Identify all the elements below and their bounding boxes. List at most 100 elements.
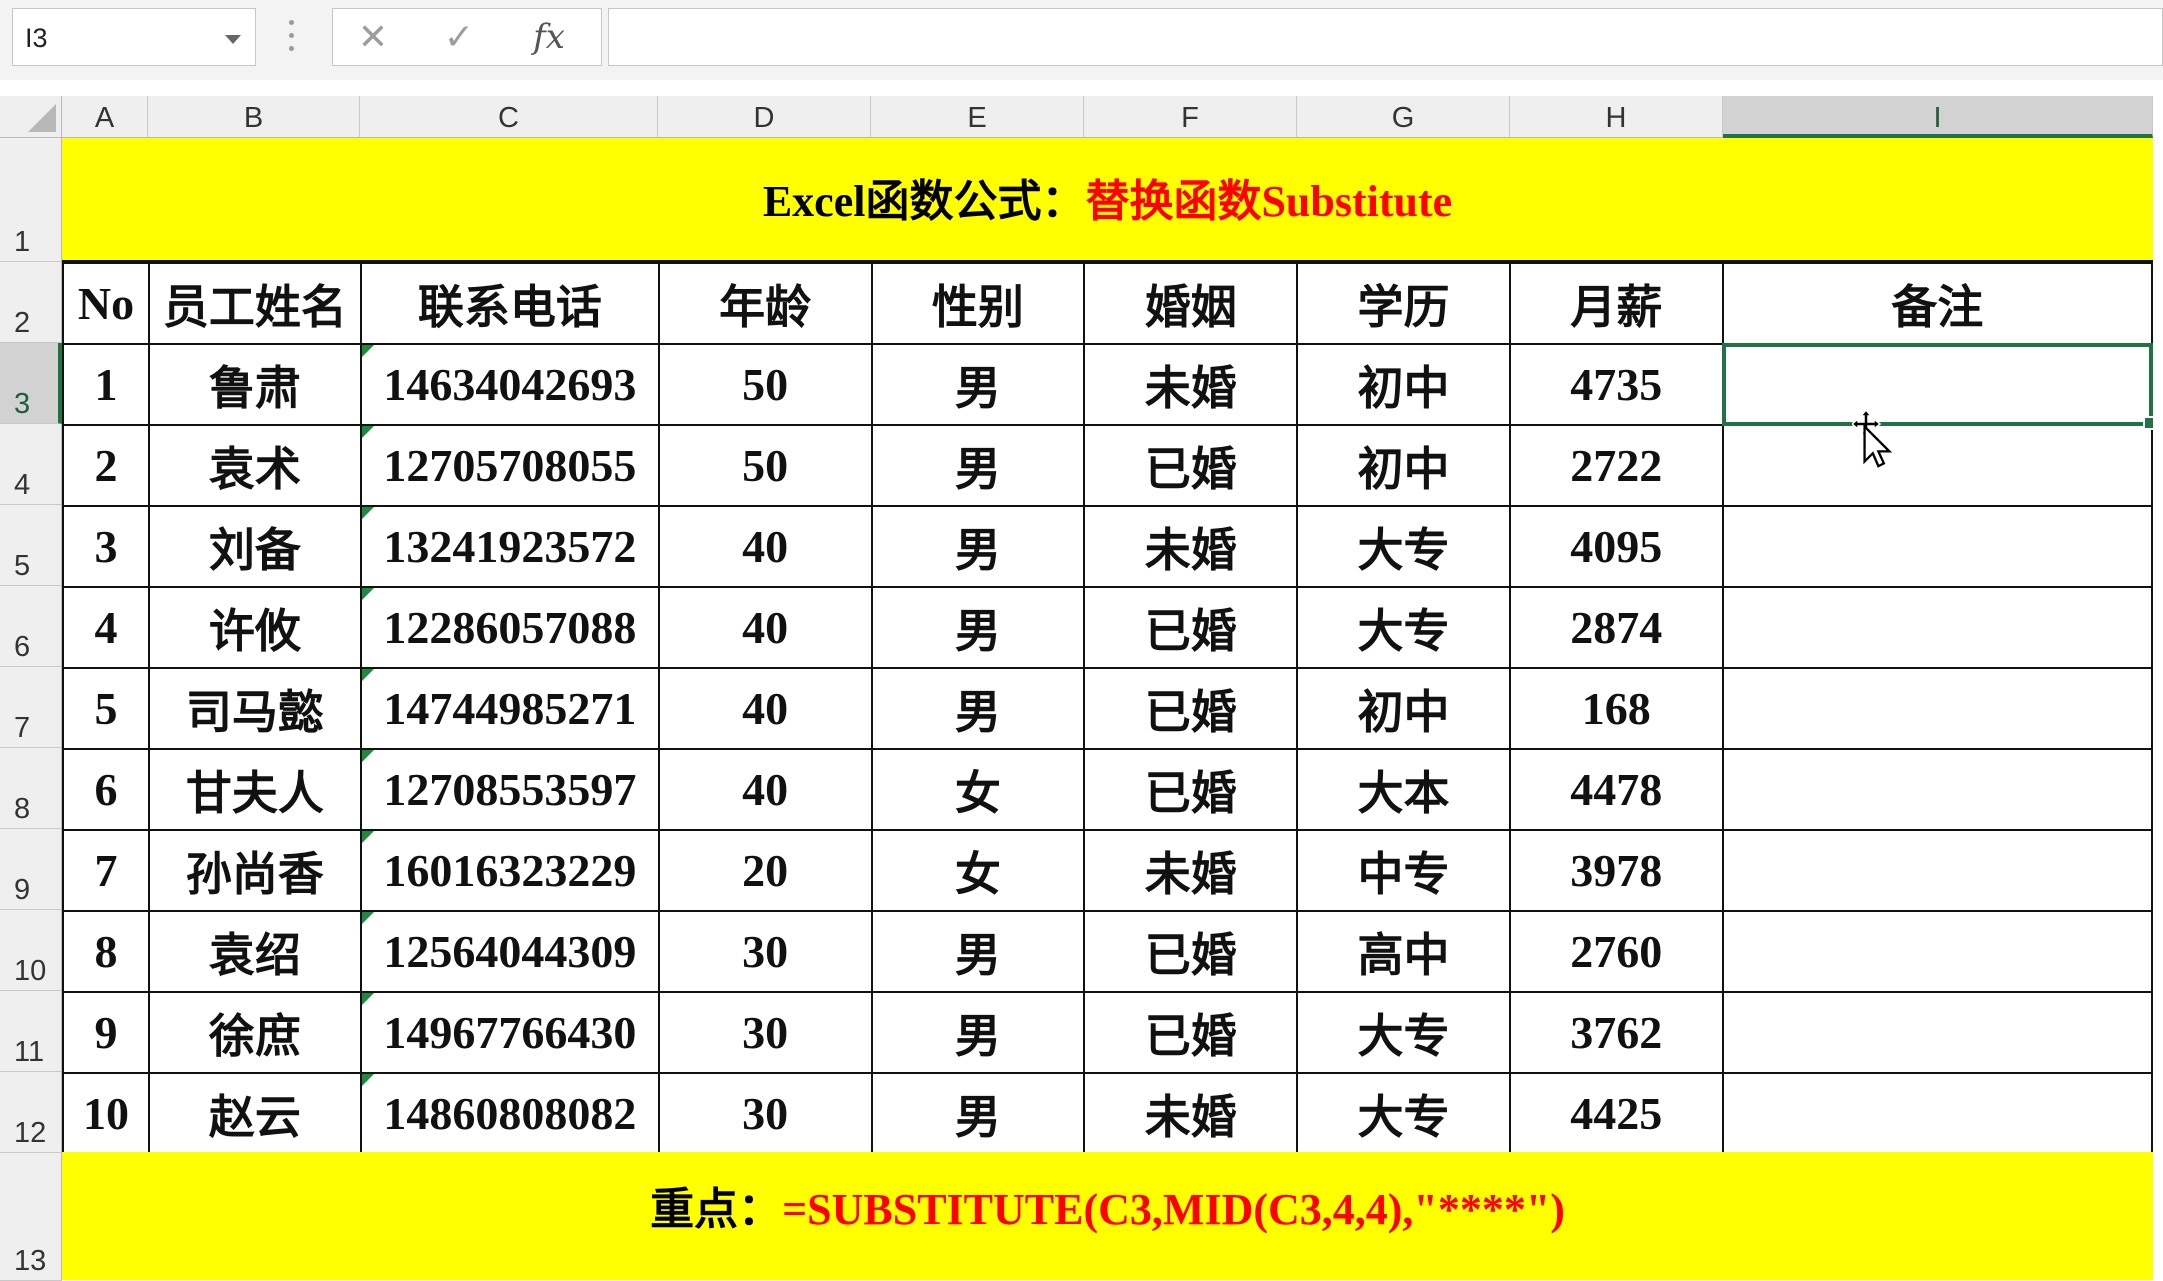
- check-icon[interactable]: ✓: [429, 15, 489, 59]
- cell-h6[interactable]: 2874: [1508, 586, 1724, 669]
- row-header-6[interactable]: 6: [0, 586, 62, 667]
- cell-a9[interactable]: 7: [62, 829, 150, 912]
- cell-c4[interactable]: 12705708055: [359, 424, 660, 507]
- cell-i9[interactable]: [1721, 829, 2153, 912]
- cell-d9[interactable]: 20: [657, 829, 873, 912]
- cell-a5[interactable]: 3: [62, 505, 150, 588]
- cell-e10[interactable]: 男: [870, 910, 1086, 993]
- cell-i5[interactable]: [1721, 505, 2153, 588]
- cell-b3[interactable]: 鲁肃: [147, 343, 362, 426]
- cell-h8[interactable]: 4478: [1508, 748, 1724, 831]
- drag-handle-icon[interactable]: [288, 20, 296, 58]
- row-header-13[interactable]: 13: [0, 1153, 62, 1281]
- cell-i11[interactable]: [1721, 991, 2153, 1074]
- header-cell[interactable]: 备注: [1721, 262, 2153, 345]
- cell-f7[interactable]: 已婚: [1083, 667, 1299, 750]
- header-cell[interactable]: 员工姓名: [147, 262, 362, 345]
- cell-d3[interactable]: 50: [657, 343, 873, 426]
- cell-b12[interactable]: 赵云: [147, 1072, 362, 1155]
- cell-h4[interactable]: 2722: [1508, 424, 1724, 507]
- cell-f5[interactable]: 未婚: [1083, 505, 1299, 588]
- cell-c6[interactable]: 12286057088: [359, 586, 660, 669]
- cell-i10[interactable]: [1721, 910, 2153, 993]
- cell-c9[interactable]: 16016323229: [359, 829, 660, 912]
- row-header-9[interactable]: 9: [0, 829, 62, 910]
- column-header-a[interactable]: A: [62, 96, 148, 138]
- row-header-12[interactable]: 12: [0, 1072, 62, 1153]
- column-header-e[interactable]: E: [871, 96, 1084, 138]
- error-indicator-icon[interactable]: [362, 427, 374, 438]
- cell-g11[interactable]: 大专: [1296, 991, 1511, 1074]
- cell-g10[interactable]: 高中: [1296, 910, 1511, 993]
- cell-b10[interactable]: 袁绍: [147, 910, 362, 993]
- cell-i3[interactable]: [1721, 343, 2153, 430]
- error-indicator-icon[interactable]: [362, 994, 374, 1005]
- insert-function-icon[interactable]: fx: [519, 15, 579, 59]
- cell-d5[interactable]: 40: [657, 505, 873, 588]
- chevron-down-icon[interactable]: [225, 35, 241, 44]
- column-header-b[interactable]: B: [148, 96, 360, 138]
- cell-f3[interactable]: 未婚: [1083, 343, 1299, 426]
- error-indicator-icon[interactable]: [362, 589, 374, 600]
- name-box[interactable]: I3: [12, 8, 256, 66]
- cell-e8[interactable]: 女: [870, 748, 1086, 831]
- cell-e11[interactable]: 男: [870, 991, 1086, 1074]
- cell-e9[interactable]: 女: [870, 829, 1086, 912]
- cell-i4[interactable]: [1721, 424, 2153, 507]
- cell-h3[interactable]: 4735: [1508, 343, 1724, 426]
- column-header-c[interactable]: C: [360, 96, 658, 138]
- cell-d11[interactable]: 30: [657, 991, 873, 1074]
- row-header-11[interactable]: 11: [0, 991, 62, 1072]
- cell-c11[interactable]: 14967766430: [359, 991, 660, 1074]
- row-header-4[interactable]: 4: [0, 424, 62, 505]
- error-indicator-icon[interactable]: [362, 1075, 374, 1086]
- cell-d4[interactable]: 50: [657, 424, 873, 507]
- cell-b8[interactable]: 甘夫人: [147, 748, 362, 831]
- header-cell[interactable]: 性别: [870, 262, 1086, 345]
- cell-g8[interactable]: 大本: [1296, 748, 1511, 831]
- column-header-h[interactable]: H: [1510, 96, 1723, 138]
- column-header-d[interactable]: D: [658, 96, 871, 138]
- cell-a8[interactable]: 6: [62, 748, 150, 831]
- cell-e7[interactable]: 男: [870, 667, 1086, 750]
- cell-h5[interactable]: 4095: [1508, 505, 1724, 588]
- cell-f6[interactable]: 已婚: [1083, 586, 1299, 669]
- row-header-5[interactable]: 5: [0, 505, 62, 586]
- cell-g6[interactable]: 大专: [1296, 586, 1511, 669]
- cell-h10[interactable]: 2760: [1508, 910, 1724, 993]
- cell-f11[interactable]: 已婚: [1083, 991, 1299, 1074]
- header-cell[interactable]: 年龄: [657, 262, 873, 345]
- cell-a6[interactable]: 4: [62, 586, 150, 669]
- error-indicator-icon[interactable]: [362, 346, 374, 357]
- header-cell[interactable]: 婚姻: [1083, 262, 1299, 345]
- error-indicator-icon[interactable]: [362, 508, 374, 519]
- cell-a10[interactable]: 8: [62, 910, 150, 993]
- cell-i6[interactable]: [1721, 586, 2153, 669]
- cell-c8[interactable]: 12708553597: [359, 748, 660, 831]
- cell-i12[interactable]: [1721, 1072, 2153, 1155]
- cell-a11[interactable]: 9: [62, 991, 150, 1074]
- formula-input[interactable]: [608, 8, 2163, 66]
- cell-g4[interactable]: 初中: [1296, 424, 1511, 507]
- cell-g12[interactable]: 大专: [1296, 1072, 1511, 1155]
- cell-f4[interactable]: 已婚: [1083, 424, 1299, 507]
- cell-b4[interactable]: 袁术: [147, 424, 362, 507]
- cell-b11[interactable]: 徐庶: [147, 991, 362, 1074]
- cell-b7[interactable]: 司马懿: [147, 667, 362, 750]
- title-banner[interactable]: Excel函数公式：替换函数Substitute: [62, 138, 2153, 262]
- cell-e4[interactable]: 男: [870, 424, 1086, 507]
- cell-a12[interactable]: 10: [62, 1072, 150, 1155]
- cell-e5[interactable]: 男: [870, 505, 1086, 588]
- cell-c12[interactable]: 14860808082: [359, 1072, 660, 1155]
- cell-g5[interactable]: 大专: [1296, 505, 1511, 588]
- header-cell[interactable]: 月薪: [1508, 262, 1724, 345]
- cell-f8[interactable]: 已婚: [1083, 748, 1299, 831]
- cell-c7[interactable]: 14744985271: [359, 667, 660, 750]
- header-cell[interactable]: 联系电话: [359, 262, 660, 345]
- cell-f9[interactable]: 未婚: [1083, 829, 1299, 912]
- note-banner[interactable]: 重点：=SUBSTITUTE(C3,MID(C3,4,4),"****"): [62, 1152, 2153, 1280]
- row-header-1[interactable]: 1: [0, 138, 62, 262]
- header-cell[interactable]: 学历: [1296, 262, 1511, 345]
- cell-e12[interactable]: 男: [870, 1072, 1086, 1155]
- error-indicator-icon[interactable]: [362, 751, 374, 762]
